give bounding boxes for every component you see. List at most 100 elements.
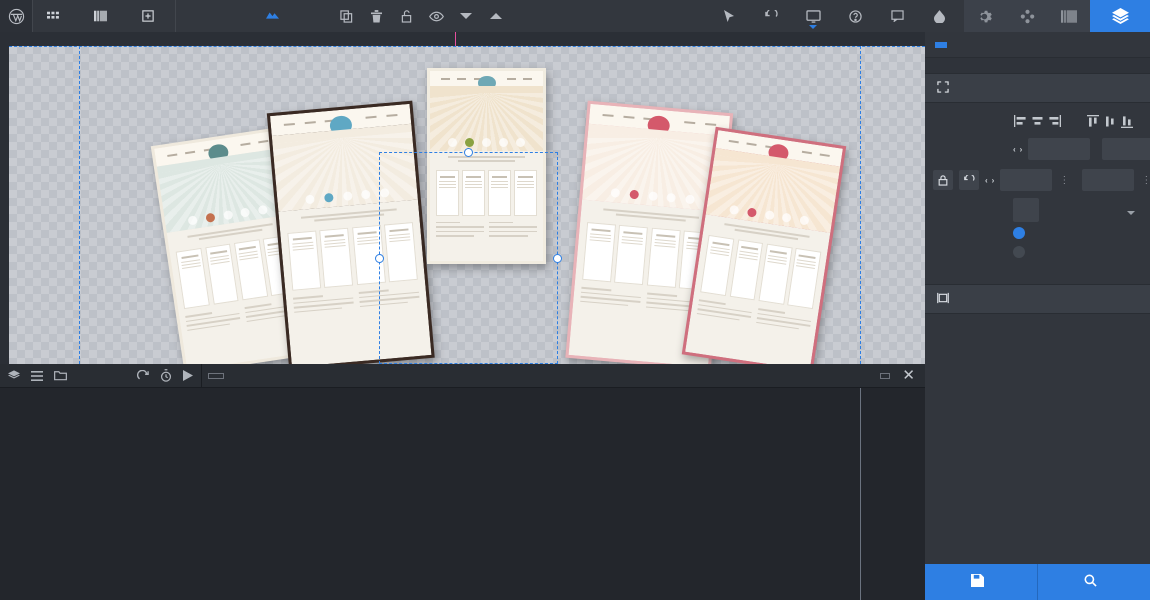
size-presets-row: [933, 198, 1142, 222]
vertical-ruler[interactable]: [0, 46, 9, 364]
panel-header: [925, 32, 1150, 58]
layer-align-radios: [1013, 227, 1033, 265]
align-bottom-icon[interactable]: [1119, 113, 1134, 129]
ruler-marker: [455, 32, 456, 46]
timecode-display[interactable]: [880, 372, 891, 379]
align-middle-icon[interactable]: [1102, 113, 1117, 129]
move-icon[interactable]: [1006, 0, 1048, 32]
horizontal-align-group: [1013, 113, 1062, 129]
layer-options-panel: ‹ › ‹ › ⋮ ⋮: [925, 32, 1150, 600]
play-icon[interactable]: [183, 370, 193, 381]
gear-icon[interactable]: [964, 0, 1006, 32]
folder-icon[interactable]: [54, 370, 67, 381]
comment-icon[interactable]: [882, 0, 912, 32]
timeline-header: ✕: [0, 364, 925, 388]
mockup-logo-main: [733, 163, 820, 176]
unlock-icon[interactable]: [391, 0, 421, 32]
wordpress-icon[interactable]: [0, 0, 32, 32]
mockup-logo-top: [733, 163, 820, 176]
stopwatch-icon[interactable]: [160, 369, 172, 382]
additional-section-header[interactable]: [925, 284, 1150, 314]
canvas-guide-top: [9, 46, 925, 47]
lock-icon[interactable]: [933, 170, 953, 190]
w-axis-label: ‹ ›: [985, 175, 995, 185]
position-size-body: ‹ › ‹ › ⋮ ⋮: [925, 103, 1150, 284]
align-top-icon[interactable]: [1085, 113, 1100, 129]
mockup-selected-layer[interactable]: [427, 68, 546, 264]
xy-row: ‹ ›: [933, 138, 1150, 160]
slides-panel-icon[interactable]: [1048, 0, 1090, 32]
radio-dot: [1013, 227, 1025, 239]
horizontal-ruler[interactable]: [0, 32, 925, 46]
layer-align-option-layer-area[interactable]: [1013, 227, 1033, 239]
size-presets-select[interactable]: [1013, 198, 1142, 222]
size-presets-value: [1013, 198, 1039, 222]
position-size-section-header[interactable]: [925, 73, 1150, 103]
slide-canvas[interactable]: [9, 46, 925, 364]
align-left-icon[interactable]: [1013, 113, 1028, 129]
layer-align-label: [933, 227, 1007, 228]
save-button[interactable]: [925, 564, 1037, 600]
search-icon: [1084, 574, 1097, 590]
canvas-guide-right: [860, 46, 861, 364]
resize-handle-right[interactable]: [553, 253, 562, 263]
constrain-icon: [937, 292, 949, 307]
resize-icon: [937, 80, 949, 96]
editor-view-chip[interactable]: [935, 41, 947, 48]
back-button[interactable]: [33, 0, 80, 32]
mockup-logo-sub: [294, 139, 392, 148]
x-axis-label: ‹ ›: [1013, 144, 1023, 154]
width-options-icon[interactable]: ⋮: [1058, 175, 1070, 186]
mockup-logo-top: [294, 139, 392, 148]
trash-icon[interactable]: [361, 0, 391, 32]
reset-icon[interactable]: [959, 170, 979, 190]
cursor-icon[interactable]: [714, 0, 744, 32]
alignment-row: [933, 113, 1142, 129]
layer-align-option-scene[interactable]: [1013, 246, 1033, 258]
additional-fields: [925, 314, 1150, 338]
loop-icon[interactable]: [137, 369, 149, 382]
y-input[interactable]: [1102, 138, 1150, 160]
timeline-rows: [0, 388, 925, 600]
width-input[interactable]: [1000, 169, 1053, 191]
panel-footer: [925, 564, 1150, 600]
contrast-icon[interactable]: [924, 0, 954, 32]
monitor-icon[interactable]: [798, 0, 828, 32]
undo-icon[interactable]: [756, 0, 786, 32]
top-toolbar: [0, 0, 1150, 32]
current-layer-indicator[interactable]: [254, 0, 299, 32]
layers-icon[interactable]: [8, 370, 20, 381]
mockup-left[interactable]: [266, 100, 435, 364]
canvas-guide-left: [79, 46, 80, 364]
mockup-logo-top: [177, 163, 264, 176]
timeline-playhead[interactable]: [860, 388, 861, 600]
chevron-down-icon[interactable]: [451, 0, 481, 32]
x-input[interactable]: [1028, 138, 1091, 160]
mockup-logo-main: [294, 139, 392, 148]
copy-icon[interactable]: [331, 0, 361, 32]
slides-button[interactable]: [80, 0, 128, 32]
panel-switcher: [964, 0, 1150, 32]
add-layer-button[interactable]: [128, 0, 175, 32]
chevron-up-icon[interactable]: [481, 0, 511, 32]
height-options-icon[interactable]: ⋮: [1140, 175, 1150, 186]
close-icon[interactable]: ✕: [898, 368, 919, 383]
vertical-align-group: [1085, 113, 1134, 129]
height-input[interactable]: [1082, 169, 1135, 191]
help-icon[interactable]: [840, 0, 870, 32]
revslider-editor: ✕ ‹ › ‹ › ⋮ ⋮: [0, 0, 1150, 600]
topbar-buttons: [33, 0, 175, 32]
preview-button[interactable]: [1038, 564, 1150, 600]
align-center-icon[interactable]: [1030, 113, 1045, 129]
mockup-logo-sub: [177, 163, 264, 176]
mockup-logo-main: [177, 163, 264, 176]
panel-tab-grid: [925, 58, 1150, 73]
mockup-logo-sub: [733, 163, 820, 176]
align-right-icon[interactable]: [1047, 113, 1062, 129]
layers-icon[interactable]: [1090, 0, 1150, 32]
list-icon[interactable]: [31, 370, 43, 381]
timeline-ruler[interactable]: [232, 364, 872, 387]
eye-icon[interactable]: [421, 0, 451, 32]
add-layer-icon: [142, 10, 154, 22]
timeline-editor-chip[interactable]: [208, 372, 224, 379]
